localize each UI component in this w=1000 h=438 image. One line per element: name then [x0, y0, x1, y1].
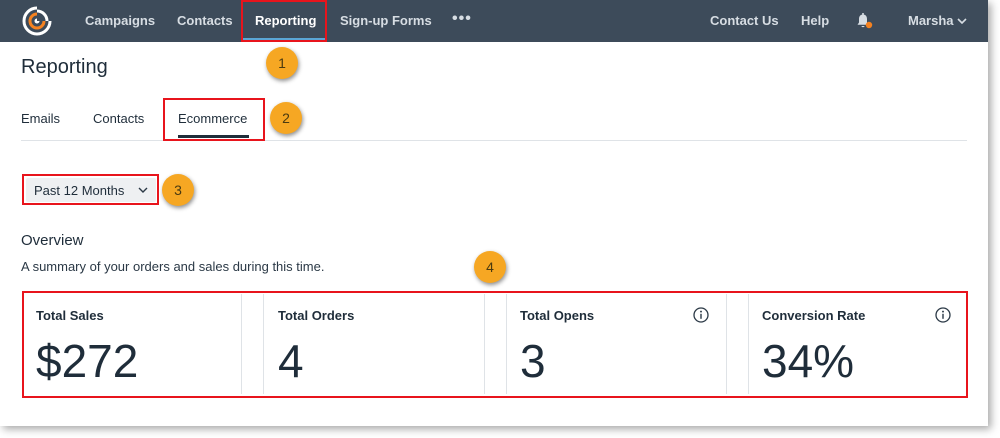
callout-3: 3 [162, 174, 194, 206]
highlight-box-reporting [241, 0, 327, 42]
overview-subtitle: A summary of your orders and sales durin… [21, 259, 325, 274]
overview-title: Overview [21, 232, 84, 249]
highlight-box-overview-cards [22, 291, 968, 398]
nav-more-button[interactable]: ••• [452, 0, 472, 42]
top-nav-bar: Campaigns Contacts Reporting Sign-up For… [0, 0, 988, 42]
brand-logo-icon[interactable] [22, 6, 52, 36]
page-title: Reporting [21, 56, 108, 78]
highlight-box-period [22, 174, 159, 205]
user-menu[interactable]: Marsha [908, 0, 954, 42]
nav-item-signup-forms[interactable]: Sign-up Forms [340, 0, 432, 42]
callout-4: 4 [474, 251, 506, 283]
nav-item-contacts[interactable]: Contacts [177, 0, 233, 42]
nav-item-campaigns[interactable]: Campaigns [85, 0, 155, 42]
callout-2: 2 [270, 102, 302, 134]
bell-icon[interactable] [855, 12, 873, 30]
chevron-down-icon[interactable] [957, 18, 967, 24]
callout-1: 1 [266, 47, 298, 79]
contact-us-link[interactable]: Contact Us [710, 0, 779, 42]
tab-emails[interactable]: Emails [21, 111, 60, 126]
app-window: Campaigns Contacts Reporting Sign-up For… [0, 0, 988, 426]
highlight-box-ecommerce [163, 98, 265, 141]
help-link[interactable]: Help [801, 0, 829, 42]
tab-contacts[interactable]: Contacts [93, 111, 144, 126]
